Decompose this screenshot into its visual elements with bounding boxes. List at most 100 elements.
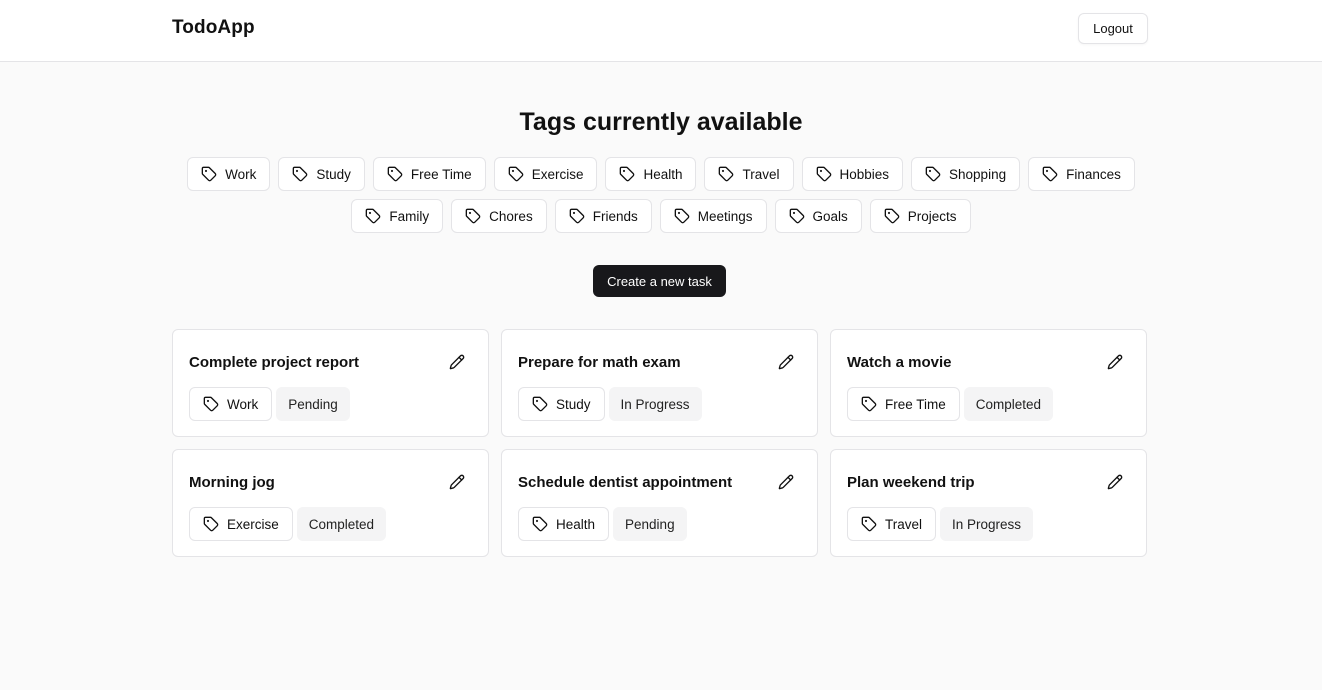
status-badge: Completed: [296, 507, 387, 541]
tag-chip[interactable]: Free Time: [372, 157, 486, 191]
tag-icon: [292, 166, 308, 182]
task-tag-label: Travel: [885, 516, 923, 532]
task-tag-label: Exercise: [227, 516, 279, 532]
task-title: Watch a movie: [847, 354, 952, 371]
status-badge: Pending: [276, 387, 350, 421]
pencil-icon[interactable]: [1106, 473, 1124, 491]
tag-icon: [532, 516, 548, 532]
tag-chip[interactable]: Study: [278, 157, 365, 191]
tag-icon: [203, 396, 219, 412]
app-brand[interactable]: TodoApp: [172, 17, 255, 39]
tag-label: Exercise: [531, 166, 584, 182]
tag-icon: [674, 208, 690, 224]
task-tag-chip[interactable]: Travel: [847, 507, 937, 541]
tag-label: Projects: [907, 208, 957, 224]
tag-chip[interactable]: Work: [187, 157, 271, 191]
pencil-icon[interactable]: [448, 353, 466, 371]
status-badge: Completed: [963, 387, 1054, 421]
tag-label: Finances: [1066, 166, 1121, 182]
tags-row-2: Family Chores Friends Meetings Goals Pro…: [0, 199, 1322, 233]
task-tag-label: Free Time: [885, 396, 946, 412]
tag-icon: [619, 166, 635, 182]
tag-icon: [532, 396, 548, 412]
tag-icon: [925, 166, 941, 182]
tag-icon: [387, 166, 403, 182]
tag-chip[interactable]: Travel: [704, 157, 794, 191]
tag-icon: [789, 208, 805, 224]
task-meta: Study In Progress: [518, 387, 702, 421]
pencil-icon[interactable]: [1106, 353, 1124, 371]
task-meta: Travel In Progress: [847, 507, 1034, 541]
tag-chip[interactable]: Goals: [774, 199, 862, 233]
tag-icon: [508, 166, 524, 182]
status-badge: In Progress: [608, 387, 702, 421]
task-grid: Complete project report Work Pending Pre…: [172, 329, 1148, 557]
tag-label: Family: [389, 208, 430, 224]
task-title: Complete project report: [189, 354, 360, 371]
tag-label: Study: [316, 166, 351, 182]
task-tag-label: Work: [227, 396, 259, 412]
task-meta: Free Time Completed: [847, 387, 1054, 421]
tag-icon: [201, 166, 217, 182]
task-card: Morning jog Exercise Completed: [172, 449, 489, 557]
create-task-button[interactable]: Create a new task: [593, 265, 726, 297]
task-card: Schedule dentist appointment Health Pend…: [501, 449, 818, 557]
task-card: Plan weekend trip Travel In Progress: [830, 449, 1147, 557]
task-title: Plan weekend trip: [847, 474, 975, 491]
tag-icon: [861, 396, 877, 412]
tag-label: Meetings: [697, 208, 753, 224]
top-navbar: TodoApp Logout: [0, 0, 1322, 62]
logout-button[interactable]: Logout: [1078, 13, 1148, 44]
tag-chip[interactable]: Finances: [1028, 157, 1135, 191]
status-badge: Pending: [613, 507, 687, 541]
tag-label: Hobbies: [839, 166, 890, 182]
tag-label: Work: [225, 166, 257, 182]
tag-icon: [1042, 166, 1058, 182]
tag-icon: [861, 516, 877, 532]
tag-chip[interactable]: Shopping: [911, 157, 1021, 191]
pencil-icon[interactable]: [777, 353, 795, 371]
tag-label: Chores: [489, 208, 533, 224]
task-card: Watch a movie Free Time Completed: [830, 329, 1147, 437]
tag-icon: [569, 208, 585, 224]
task-meta: Work Pending: [189, 387, 350, 421]
task-card: Complete project report Work Pending: [172, 329, 489, 437]
tags-row-1: Work Study Free Time Exercise Health Tra…: [0, 157, 1322, 191]
tag-label: Friends: [592, 208, 638, 224]
pencil-icon[interactable]: [777, 473, 795, 491]
task-title: Schedule dentist appointment: [518, 474, 733, 491]
tag-icon: [884, 208, 900, 224]
tag-chip[interactable]: Family: [351, 199, 444, 233]
tag-icon: [203, 516, 219, 532]
tag-label: Free Time: [410, 166, 472, 182]
task-title: Prepare for math exam: [518, 354, 681, 371]
tag-icon: [816, 166, 832, 182]
tag-label: Shopping: [949, 166, 1007, 182]
task-tag-chip[interactable]: Work: [189, 387, 273, 421]
task-tag-label: Health: [556, 516, 596, 532]
tag-chip[interactable]: Friends: [554, 199, 652, 233]
task-title: Morning jog: [189, 474, 275, 491]
tag-label: Health: [643, 166, 683, 182]
task-meta: Health Pending: [518, 507, 687, 541]
tag-chip[interactable]: Hobbies: [801, 157, 904, 191]
task-tag-chip[interactable]: Exercise: [189, 507, 293, 541]
tag-chip[interactable]: Meetings: [659, 199, 767, 233]
task-card: Prepare for math exam Study In Progress: [501, 329, 818, 437]
tag-chip[interactable]: Health: [605, 157, 697, 191]
tags-heading: Tags currently available: [519, 108, 803, 136]
tag-label: Goals: [812, 208, 848, 224]
tag-chip[interactable]: Chores: [451, 199, 547, 233]
tag-icon: [365, 208, 381, 224]
tag-label: Travel: [742, 166, 780, 182]
tag-icon: [465, 208, 481, 224]
tag-icon: [718, 166, 734, 182]
pencil-icon[interactable]: [448, 473, 466, 491]
task-meta: Exercise Completed: [189, 507, 387, 541]
task-tag-chip[interactable]: Study: [518, 387, 605, 421]
tag-chip[interactable]: Exercise: [493, 157, 598, 191]
status-badge: In Progress: [940, 507, 1034, 541]
task-tag-chip[interactable]: Health: [518, 507, 610, 541]
tag-chip[interactable]: Projects: [869, 199, 971, 233]
task-tag-chip[interactable]: Free Time: [847, 387, 960, 421]
